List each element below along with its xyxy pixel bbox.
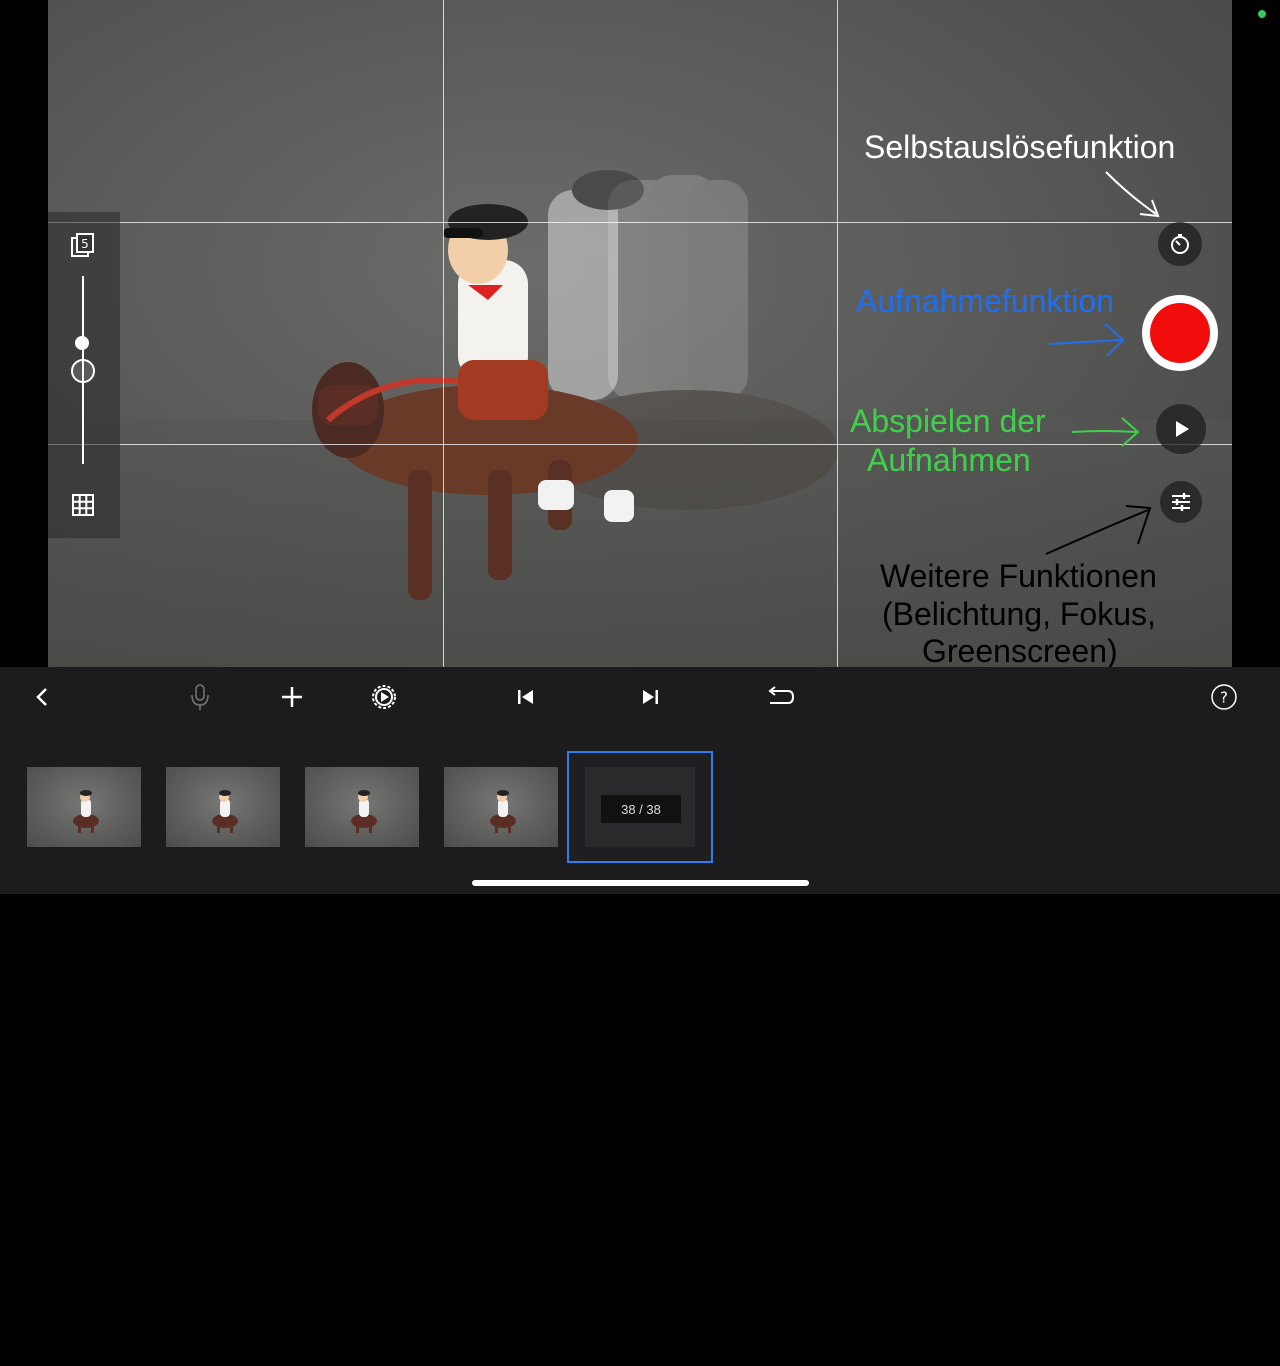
annotation-play-line1: Abspielen der xyxy=(850,403,1046,439)
add-icon xyxy=(282,687,302,707)
current-frame-slot[interactable]: 38 / 38 xyxy=(567,751,713,863)
project-settings-button[interactable] xyxy=(364,677,404,717)
play-icon xyxy=(1176,421,1189,437)
frame-thumbnail[interactable] xyxy=(166,767,280,847)
frame-filmstrip: 38 / 38 xyxy=(0,735,1280,894)
frame-subject-icon xyxy=(73,790,99,833)
frame-thumbnail[interactable] xyxy=(444,767,558,847)
onion-skin-panel: 5 xyxy=(48,212,120,538)
back-button[interactable] xyxy=(22,677,62,717)
status-indicator xyxy=(1258,10,1266,18)
frame-counter: 38 / 38 xyxy=(601,795,681,823)
annotation-more-line1: Weitere Funktionen xyxy=(880,558,1157,594)
svg-text:?: ? xyxy=(1220,689,1228,707)
annotation-record: Aufnahmefunktion xyxy=(856,283,1114,319)
annotation-arrow-play xyxy=(1071,417,1140,447)
help-button[interactable]: ? xyxy=(1204,677,1244,717)
skip-end-icon xyxy=(643,690,658,704)
grid-icon[interactable] xyxy=(70,492,96,518)
undo-button[interactable] xyxy=(760,677,800,717)
record-button[interactable] xyxy=(1142,295,1218,371)
back-icon xyxy=(36,688,47,706)
toolbar-notch xyxy=(548,1334,620,1366)
skip-to-start-button[interactable] xyxy=(506,677,546,717)
onion-skin-slider-marker xyxy=(75,336,89,350)
annotation-play-line2: Aufnahmen xyxy=(867,442,1031,478)
current-frame-placeholder: 38 / 38 xyxy=(585,767,695,847)
play-button[interactable] xyxy=(1156,404,1206,454)
grid-line-horizontal xyxy=(48,222,1232,223)
settings-play-icon xyxy=(372,685,396,709)
onion-skin-slider-handle[interactable] xyxy=(71,359,95,383)
undo-icon xyxy=(768,686,795,704)
skip-to-end-button[interactable] xyxy=(630,677,670,717)
microphone-button[interactable] xyxy=(180,677,220,717)
frame-subject-icon xyxy=(490,790,516,833)
home-indicator[interactable] xyxy=(472,880,809,886)
annotation-arrow-timer xyxy=(1105,171,1160,218)
bottom-toolbar: ? xyxy=(0,667,1280,1366)
help-icon: ? xyxy=(1211,684,1237,710)
annotation-timer: Selbstauslösefunktion xyxy=(864,129,1176,165)
timer-icon xyxy=(1171,234,1189,254)
sliders-icon xyxy=(1172,493,1190,511)
onion-skin-icon[interactable]: 5 xyxy=(70,232,96,258)
add-button[interactable] xyxy=(272,677,312,717)
skip-start-icon xyxy=(518,690,533,704)
frame-subject-icon xyxy=(212,790,238,833)
annotation-arrow-more xyxy=(1045,505,1152,555)
more-settings-button[interactable] xyxy=(1160,481,1202,523)
annotation-more-line3: Greenscreen) xyxy=(922,633,1118,669)
timer-button[interactable] xyxy=(1158,222,1202,266)
grid-line-vertical xyxy=(443,0,444,667)
record-icon xyxy=(1150,303,1210,363)
frame-subject-icon xyxy=(351,790,377,833)
annotation-more-line2: (Belichtung, Fokus, xyxy=(882,596,1156,632)
onion-skin-count: 5 xyxy=(81,237,89,251)
grid-line-vertical xyxy=(837,0,838,667)
annotation-arrow-record xyxy=(1048,323,1125,357)
grid-line-horizontal xyxy=(48,444,1232,445)
microphone-icon xyxy=(191,684,209,710)
frame-thumbnail[interactable] xyxy=(305,767,419,847)
frame-thumbnail[interactable] xyxy=(27,767,141,847)
